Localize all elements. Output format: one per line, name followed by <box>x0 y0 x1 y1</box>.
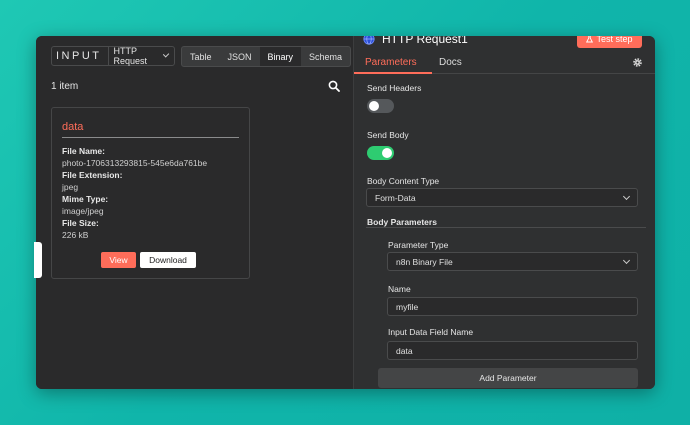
file-size-value: 226 kB <box>62 230 89 240</box>
send-body-label: Send Body <box>367 130 409 140</box>
binary-data-card: data File Name: photo-1706313293815-545e… <box>51 107 250 279</box>
globe-icon <box>363 36 375 45</box>
divider <box>62 137 239 138</box>
tab-docs[interactable]: Docs <box>439 57 462 68</box>
file-size-key: File Size: <box>62 218 99 228</box>
tab-json[interactable]: JSON <box>220 47 260 66</box>
test-step-button[interactable]: Test step <box>577 36 642 48</box>
toggle-knob <box>369 101 379 111</box>
chevron-down-icon <box>622 256 631 264</box>
input-data-field-name-label: Input Data Field Name <box>388 327 474 337</box>
body-content-type-label: Body Content Type <box>367 176 440 186</box>
tab-binary[interactable]: Binary <box>259 47 302 66</box>
body-content-type-value: Form-Data <box>375 192 416 203</box>
flask-icon <box>586 36 594 43</box>
divider <box>366 227 646 228</box>
binary-card-title: data <box>62 121 84 133</box>
tab-schema[interactable]: Schema <box>301 47 350 66</box>
view-button[interactable]: View <box>101 252 136 268</box>
file-name-value: photo-1706313293815-545e6da761be <box>62 158 208 168</box>
input-data-field-name-value: data <box>396 345 413 356</box>
parameter-type-label: Parameter Type <box>388 240 449 250</box>
mime-type-key: Mime Type: <box>62 194 109 204</box>
send-body-toggle[interactable] <box>367 146 394 160</box>
send-headers-label: Send Headers <box>367 83 422 93</box>
node-parameters-panel: HTTP Request1 Test step Parameters Docs … <box>353 36 655 389</box>
item-count: 1 item <box>51 81 79 92</box>
input-panel: INPUT HTTP Request Table JSON Binary Sch… <box>36 36 353 389</box>
name-input-value: myfile <box>396 301 419 312</box>
node-title[interactable]: HTTP Request1 <box>382 36 468 46</box>
name-input[interactable]: myfile <box>387 297 638 316</box>
file-extension-value: jpeg <box>62 182 79 192</box>
add-parameter-button[interactable]: Add Parameter <box>378 368 638 388</box>
node-select[interactable]: HTTP Request <box>109 46 175 66</box>
toggle-knob <box>382 148 392 158</box>
chevron-down-icon <box>622 192 631 200</box>
search-icon[interactable] <box>328 80 340 92</box>
mime-type-value: image/jpeg <box>62 206 104 216</box>
download-button[interactable]: Download <box>140 252 196 268</box>
body-content-type-select[interactable]: Form-Data <box>366 188 638 207</box>
test-step-label: Test step <box>596 36 633 44</box>
node-select-value: HTTP Request <box>113 46 148 66</box>
node-panel-tabs: Parameters Docs <box>354 52 655 74</box>
view-mode-tabs: Table JSON Binary Schema <box>181 46 352 67</box>
send-headers-toggle[interactable] <box>367 99 394 113</box>
tab-parameters[interactable]: Parameters <box>365 57 417 68</box>
panel-resize-handle[interactable] <box>34 242 42 278</box>
active-tab-indicator <box>354 72 432 74</box>
parameter-type-select[interactable]: n8n Binary File <box>387 252 638 271</box>
file-extension-key: File Extension: <box>62 170 123 180</box>
name-label: Name <box>388 284 411 294</box>
binary-file-details: File Name: photo-1706313293815-545e6da76… <box>62 145 207 241</box>
body-parameters-heading: Body Parameters <box>367 217 437 227</box>
tab-table[interactable]: Table <box>182 47 220 66</box>
gear-icon[interactable] <box>632 57 643 68</box>
input-node-selector[interactable]: INPUT HTTP Request <box>51 46 175 66</box>
file-name-key: File Name: <box>62 146 105 156</box>
parameter-type-value: n8n Binary File <box>396 256 453 267</box>
node-details-window: INPUT HTTP Request Table JSON Binary Sch… <box>36 36 655 389</box>
input-data-field-name-input[interactable]: data <box>387 341 638 360</box>
input-label: INPUT <box>52 47 109 65</box>
